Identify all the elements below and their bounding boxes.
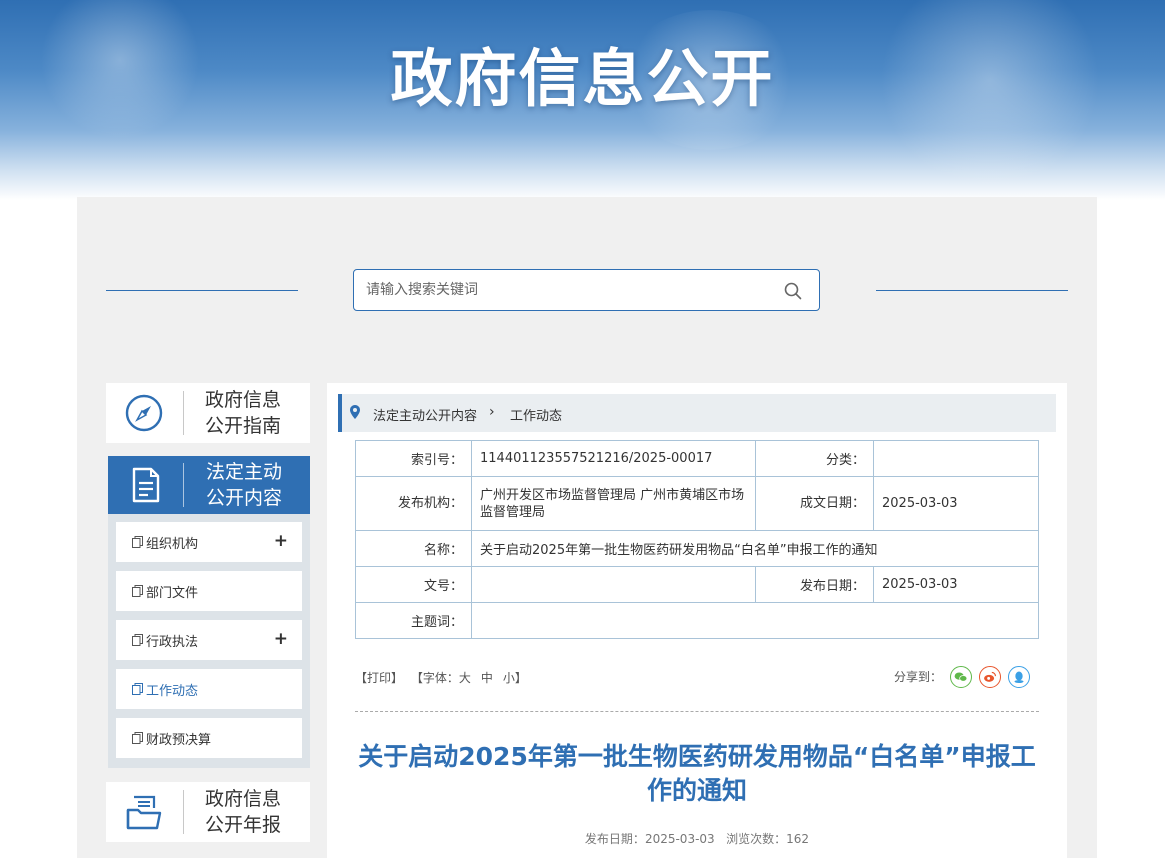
font-size-suffix: 】 <box>514 671 527 685</box>
divider <box>183 391 184 435</box>
sidebar-item-org[interactable]: 组织机构 + <box>116 522 302 562</box>
created-date-label: 成文日期： <box>755 476 874 531</box>
sidebar-guide-line2: 公开指南 <box>205 415 282 437</box>
sidebar-item-label: 部门文件 <box>146 586 199 601</box>
report-icon <box>126 795 162 830</box>
content-area: 法定主动公开内容 › 工作动态 索引号： 114401123557521216/… <box>327 383 1067 858</box>
main-panel: 政府信息 公开指南 法定主动 公开内容 组织机构 + 部门文件 <box>77 197 1097 858</box>
subject-label: 主题词： <box>355 602 472 639</box>
sidebar-item-budget[interactable]: 财政预决算 <box>116 718 302 758</box>
header-banner: 政府信息公开 <box>0 0 1165 200</box>
table-row: 发布机构： 广州开发区市场监督管理局 广州市黄埔区市场监督管理局 成文日期： 2… <box>355 476 1039 531</box>
chevron-right-icon: › <box>489 404 495 420</box>
table-row: 名称： 关于启动2025年第一批生物医药研发用物品“白名单”申报工作的通知 <box>355 530 1039 567</box>
sidebar-report-line2: 公开年报 <box>205 814 282 836</box>
expand-icon[interactable]: + <box>274 629 288 649</box>
docno-label: 文号： <box>355 566 472 603</box>
sidebar-submenu: 组织机构 + 部门文件 行政执法 + 工作动态 财政预决算 <box>108 514 310 768</box>
published-date-value: 2025-03-03 <box>873 566 1039 603</box>
table-row: 索引号： 114401123557521216/2025-00017 分类： <box>355 440 1039 477</box>
article-views-count: 162 <box>786 832 810 846</box>
breadcrumb: 法定主动公开内容 › 工作动态 <box>338 394 1056 432</box>
sidebar-item-docs[interactable]: 部门文件 <box>116 571 302 611</box>
sidebar-item-label: 工作动态 <box>146 684 199 699</box>
subject-value <box>471 602 1039 639</box>
search-icon[interactable] <box>784 282 802 300</box>
sidebar-item-label: 财政预决算 <box>146 733 212 748</box>
copy-icon <box>132 683 143 695</box>
search-divider-left <box>106 290 298 291</box>
sidebar-item-label: 组织机构 <box>146 537 199 552</box>
qq-icon[interactable] <box>1008 666 1030 688</box>
published-date-label: 发布日期： <box>755 566 874 603</box>
font-large-button[interactable]: 大 <box>459 671 471 685</box>
wechat-icon[interactable] <box>950 666 972 688</box>
copy-icon <box>132 634 143 646</box>
table-row: 主题词： <box>355 602 1039 639</box>
publisher-label: 发布机构： <box>355 476 472 531</box>
sidebar-guide[interactable]: 政府信息 公开指南 <box>106 383 310 443</box>
share-bar: 分享到： <box>894 666 1044 688</box>
created-date-value: 2025-03-03 <box>873 476 1039 531</box>
article-tools: 【打印】 【字体：大中小】 <box>355 669 531 686</box>
site-title: 政府信息公开 <box>390 42 775 115</box>
divider <box>355 711 1039 712</box>
article-title: 关于启动2025年第一批生物医药研发用物品“白名单”申报工作的通知 <box>358 742 1036 805</box>
name-value: 关于启动2025年第一批生物医药研发用物品“白名单”申报工作的通知 <box>471 530 1039 567</box>
category-label: 分类： <box>755 440 874 477</box>
category-value <box>873 440 1039 477</box>
sidebar-annual-report[interactable]: 政府信息 公开年报 <box>106 782 310 842</box>
sidebar-active-line1: 法定主动 <box>206 461 283 483</box>
publisher-value: 广州开发区市场监督管理局 广州市黄埔区市场监督管理局 <box>471 476 756 531</box>
table-row: 文号： 发布日期： 2025-03-03 <box>355 566 1039 603</box>
document-icon <box>132 467 160 503</box>
breadcrumb-current[interactable]: 工作动态 <box>510 405 562 424</box>
index-label: 索引号： <box>355 440 472 477</box>
sidebar-active-section[interactable]: 法定主动 公开内容 <box>108 456 310 514</box>
sidebar-report-line1: 政府信息 <box>205 788 282 810</box>
copy-icon <box>132 585 143 597</box>
copy-icon <box>132 732 143 744</box>
name-label: 名称： <box>355 530 472 567</box>
article-meta: 发布日期：2025-03-03 浏览次数：162 <box>355 830 1039 847</box>
print-button[interactable]: 【打印】 <box>355 671 403 685</box>
article-publish-label: 发布日期： <box>584 832 645 846</box>
divider <box>183 790 184 834</box>
share-label: 分享到： <box>894 670 943 684</box>
search-input[interactable] <box>366 279 766 301</box>
weibo-icon[interactable] <box>979 666 1001 688</box>
divider <box>183 463 184 507</box>
article-publish-date: 2025-03-03 <box>644 832 715 846</box>
document-meta-table: 索引号： 114401123557521216/2025-00017 分类： 发… <box>355 440 1039 639</box>
index-value: 114401123557521216/2025-00017 <box>471 440 756 477</box>
font-size-prefix: 【字体： <box>410 671 459 685</box>
compass-icon <box>125 394 163 432</box>
docno-value <box>471 566 756 603</box>
search-divider-right <box>876 290 1068 291</box>
expand-icon[interactable]: + <box>274 531 288 551</box>
search-box <box>353 269 820 311</box>
sidebar-item-label: 行政执法 <box>146 635 199 650</box>
sidebar-active-line2: 公开内容 <box>206 487 283 509</box>
sidebar-item-enforcement[interactable]: 行政执法 + <box>116 620 302 660</box>
location-pin-icon <box>350 405 360 419</box>
copy-icon <box>132 536 143 548</box>
font-medium-button[interactable]: 中 <box>481 671 493 685</box>
font-small-button[interactable]: 小 <box>503 671 515 685</box>
article-views-label: 浏览次数： <box>726 832 787 846</box>
sidebar-item-news[interactable]: 工作动态 <box>116 669 302 709</box>
sidebar-guide-line1: 政府信息 <box>205 389 282 411</box>
breadcrumb-parent[interactable]: 法定主动公开内容 <box>373 405 477 424</box>
